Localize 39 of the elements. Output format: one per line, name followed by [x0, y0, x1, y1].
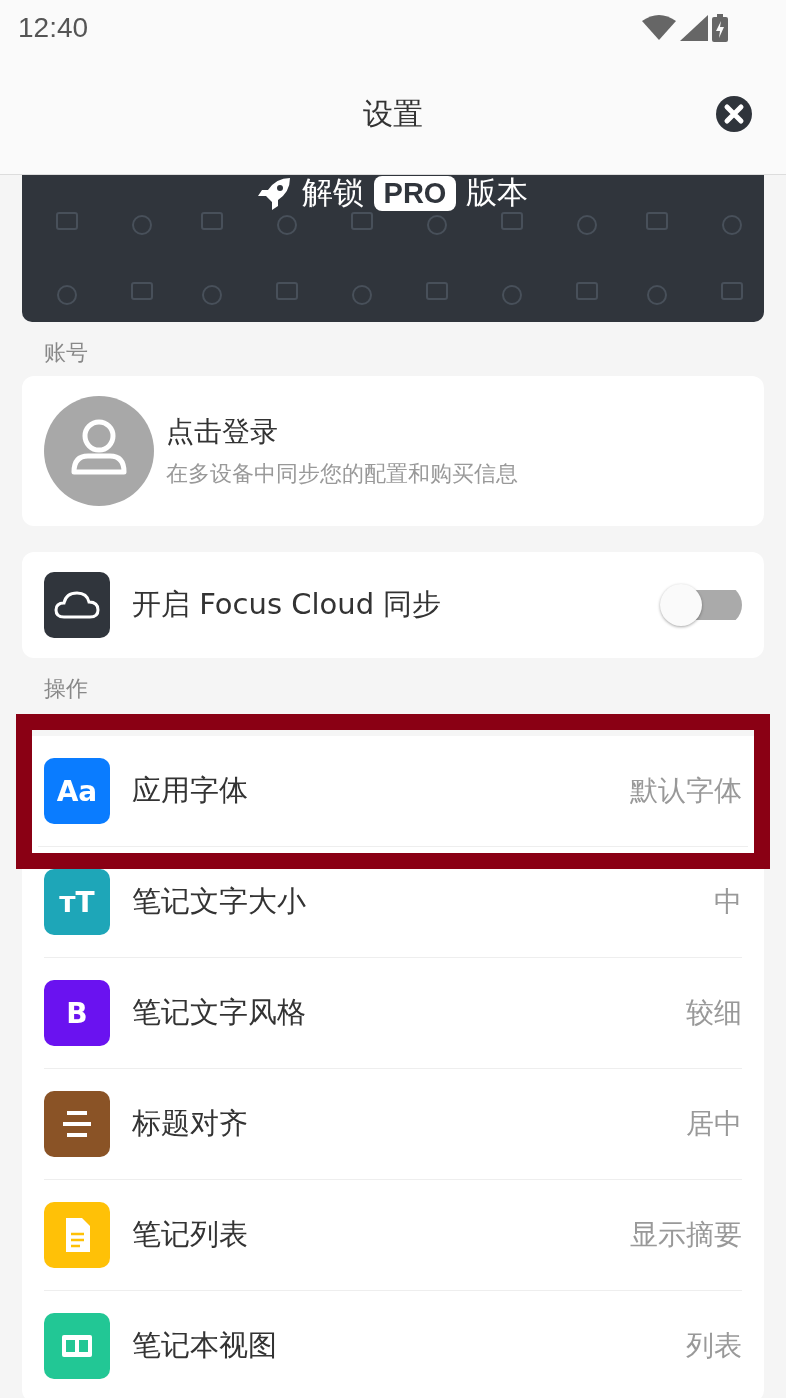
setting-label: 笔记文字风格: [132, 994, 307, 1031]
banner-text: 解锁: [301, 175, 364, 212]
battery-icon: [712, 13, 728, 42]
setting-row[interactable]: 标题对齐 居中: [44, 1069, 742, 1180]
setting-row[interactable]: B 笔记文字风格 较细: [44, 958, 742, 1069]
page-title: 设置: [363, 95, 423, 133]
sync-label: 开启 Focus Cloud 同步: [132, 586, 443, 623]
setting-value: 居中: [686, 1106, 742, 1142]
pro-badge: PRO: [373, 175, 457, 211]
setting-label: 笔记本视图: [132, 1327, 278, 1364]
banner-text: 版本: [466, 175, 529, 212]
setting-value: 显示摘要: [630, 1217, 742, 1253]
signal-icon: [680, 14, 708, 41]
letter-icon: Aa: [44, 758, 110, 824]
status-time: 12:40: [18, 11, 89, 44]
setting-value: 中: [714, 884, 742, 920]
setting-value: 列表: [686, 1328, 742, 1364]
cloud-icon: [44, 572, 110, 638]
wifi-icon: [642, 14, 676, 41]
setting-label: 笔记文字大小: [132, 883, 307, 920]
rocket-icon: [257, 176, 292, 210]
setting-value: 默认字体: [630, 773, 742, 809]
avatar-icon: [44, 396, 154, 506]
section-label: 账号: [43, 339, 89, 367]
account-card[interactable]: 点击登录 在多设备中同步您的配置和购买信息: [22, 376, 764, 526]
setting-row[interactable]: 笔记本视图 列表: [44, 1291, 742, 1398]
setting-row[interactable]: 笔记列表 显示摘要: [44, 1180, 742, 1291]
letter-icon: ᴛT: [44, 869, 110, 935]
setting-label: 应用字体: [132, 772, 249, 809]
setting-row[interactable]: ᴛT 笔记文字大小 中: [44, 847, 742, 958]
login-title: 点击登录: [166, 414, 279, 450]
letter-icon: B: [44, 980, 110, 1046]
setting-label: 标题对齐: [132, 1105, 249, 1142]
setting-value: 较细: [686, 995, 742, 1031]
close-button[interactable]: [716, 96, 752, 132]
section-label: 操作: [43, 675, 89, 703]
login-subtitle: 在多设备中同步您的配置和购买信息: [166, 460, 518, 488]
setting-label: 笔记列表: [132, 1216, 249, 1253]
close-icon: [716, 96, 752, 132]
